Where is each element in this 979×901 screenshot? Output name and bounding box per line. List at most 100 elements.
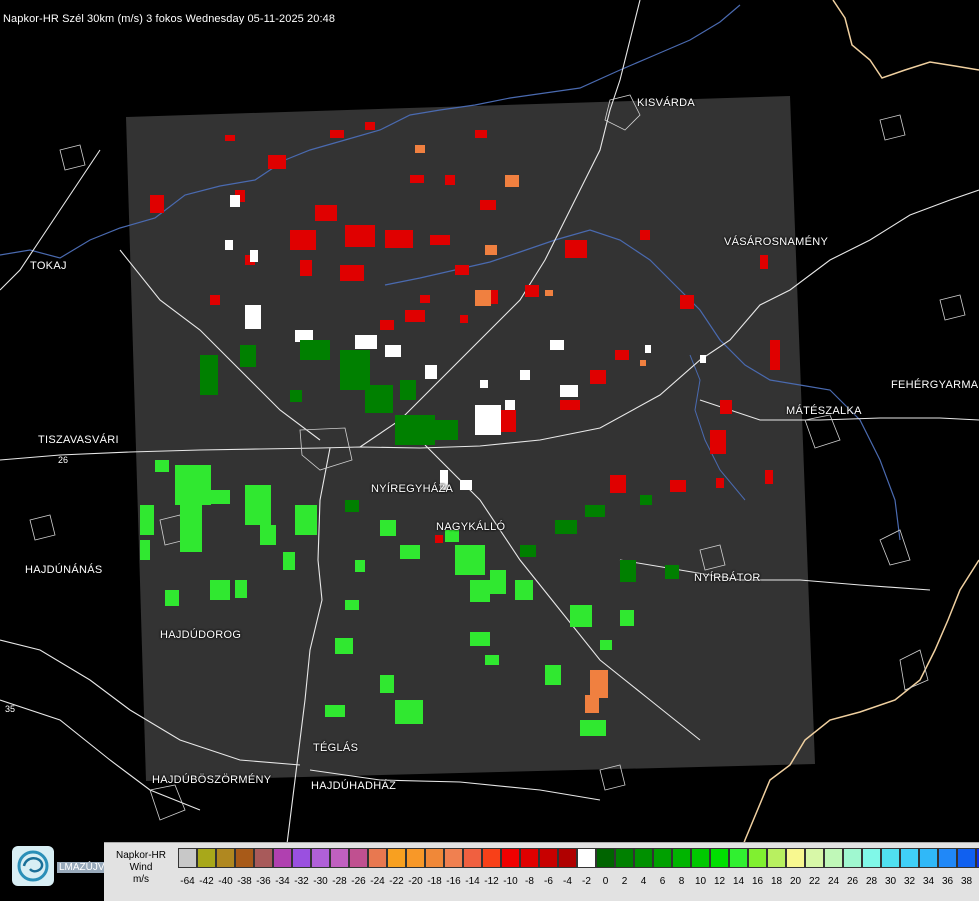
- legend-swatch: [634, 848, 653, 868]
- legend-tick-label: -34: [275, 876, 290, 887]
- legend-swatch: [330, 848, 349, 868]
- legend-swatch: [387, 848, 406, 868]
- legend-tick-label: -30: [313, 876, 328, 887]
- city-label-fehergyarmat: FEHÉRGYARMA: [891, 379, 979, 391]
- legend-swatch: [216, 848, 235, 868]
- city-label-hajduhadhaz: HAJDÚHADHÁZ: [311, 780, 397, 792]
- legend-title-line3: m/s: [132, 874, 150, 885]
- legend-swatch: [520, 848, 539, 868]
- legend-swatch: [349, 848, 368, 868]
- legend-swatch: [881, 848, 900, 868]
- legend-tick-label: -22: [389, 876, 404, 887]
- legend-swatch: [919, 848, 938, 868]
- legend-tick-label: -36: [256, 876, 271, 887]
- legend-swatch: [843, 848, 862, 868]
- legend-tick-label: -28: [332, 876, 347, 887]
- legend-tick-label: -12: [484, 876, 499, 887]
- city-label-teglas: TÉGLÁS: [313, 742, 359, 754]
- legend-swatch: [748, 848, 767, 868]
- legend-tick-label: 24: [827, 876, 840, 887]
- legend-swatch: [577, 848, 596, 868]
- map-title: Napkor-HR Szél 30km (m/s) 3 fokos Wednes…: [3, 13, 336, 25]
- city-label-mateszalka: MÁTÉSZALKA: [786, 405, 862, 417]
- city-label-hajdunanas: HAJDÚNÁNÁS: [25, 564, 103, 576]
- legend-tick-labels: -64 -42 -40 -38 -36 -34 -32 -30 -28 -26 -24 -22 -20-…: [178, 876, 979, 888]
- legend-swatch: [368, 848, 387, 868]
- legend-swatch: [425, 848, 444, 868]
- legend-tick-label: -24: [370, 876, 385, 887]
- legend-tick-label: -38: [237, 876, 252, 887]
- legend-swatch: [501, 848, 520, 868]
- legend-swatch: [900, 848, 919, 868]
- legend-swatch: [311, 848, 330, 868]
- legend-tick-label: -32: [294, 876, 309, 887]
- legend-swatch: [197, 848, 216, 868]
- legend-swatch: [596, 848, 615, 868]
- radar-map: 26 35: [0, 0, 979, 900]
- legend-swatch: [235, 848, 254, 868]
- legend-tick-label: -18: [427, 876, 442, 887]
- legend-swatch: [539, 848, 558, 868]
- legend-swatch: [957, 848, 976, 868]
- legend-swatch: [482, 848, 501, 868]
- legend-tick-label: 14: [732, 876, 745, 887]
- city-label-vasarosnameny: VÁSÁROSNAMÉNY: [724, 236, 829, 248]
- legend-swatch: [729, 848, 748, 868]
- city-label-nagykallo: NAGYKÁLLÓ: [436, 521, 506, 533]
- legend-tick-label: -26: [351, 876, 366, 887]
- legend-tick-label: -8: [525, 876, 534, 887]
- legend-swatch: [273, 848, 292, 868]
- legend-swatch: [710, 848, 729, 868]
- legend-tick-label: -42: [199, 876, 214, 887]
- city-label-nyirbator: NYÍRBÁTOR: [694, 572, 761, 584]
- legend-tick-label: 22: [808, 876, 821, 887]
- legend-tick-label: 12: [713, 876, 726, 887]
- city-label-tiszavasvari: TISZAVASVÁRI: [38, 434, 119, 446]
- legend-tick-label: 32: [903, 876, 916, 887]
- legend-swatch: [292, 848, 311, 868]
- legend-swatch: [938, 848, 957, 868]
- legend-tick-label: 34: [922, 876, 935, 887]
- city-label-hajdudorog: HAJDÚDOROG: [160, 629, 242, 641]
- legend-title-line1: Napkor-HR: [115, 850, 166, 861]
- legend-tick-label: -20: [408, 876, 423, 887]
- legend-tick-label: 8: [678, 876, 685, 887]
- legend-tick-label: 38: [960, 876, 973, 887]
- legend-tick-label: 0: [602, 876, 609, 887]
- legend-swatch: [463, 848, 482, 868]
- legend-swatch: [653, 848, 672, 868]
- legend-swatch: [805, 848, 824, 868]
- legend-title-line2: Wind: [129, 862, 153, 873]
- legend-swatch: [862, 848, 881, 868]
- legend-swatch: [254, 848, 273, 868]
- legend-swatch: [691, 848, 710, 868]
- legend-swatch: [786, 848, 805, 868]
- legend-tick-label: -64: [180, 876, 195, 887]
- city-label-kisvarda: KISVÁRDA: [637, 97, 696, 109]
- weather-service-logo-icon: [12, 846, 54, 886]
- city-label-hajduboszormeny: HAJDÚBÖSZÖRMÉNY: [152, 774, 272, 786]
- legend-tick-label: 28: [865, 876, 878, 887]
- legend-tick-label: 30: [884, 876, 897, 887]
- legend-tick-label: 10: [694, 876, 707, 887]
- legend-swatch: [824, 848, 843, 868]
- legend-tick-label: -2: [582, 876, 591, 887]
- legend-tick-label: -6: [544, 876, 553, 887]
- legend-tick-label: 36: [941, 876, 954, 887]
- legend-tick-label: 4: [640, 876, 647, 887]
- legend-tick-label: 2: [621, 876, 628, 887]
- city-label-tokaj: TOKAJ: [30, 260, 67, 272]
- legend-tick-label: 26: [846, 876, 859, 887]
- legend-swatch: [615, 848, 634, 868]
- legend-swatch: [672, 848, 691, 868]
- legend-color-scale: [178, 848, 979, 868]
- legend-swatch: [406, 848, 425, 868]
- legend-tick-label: 18: [770, 876, 783, 887]
- country-border: [832, 0, 979, 79]
- legend-tick-label: -16: [446, 876, 461, 887]
- legend-tick-label: -14: [465, 876, 480, 887]
- legend-tick-label: -40: [218, 876, 233, 887]
- legend-swatch: [767, 848, 786, 868]
- legend-swatch: [178, 848, 197, 868]
- legend-swatch: [558, 848, 577, 868]
